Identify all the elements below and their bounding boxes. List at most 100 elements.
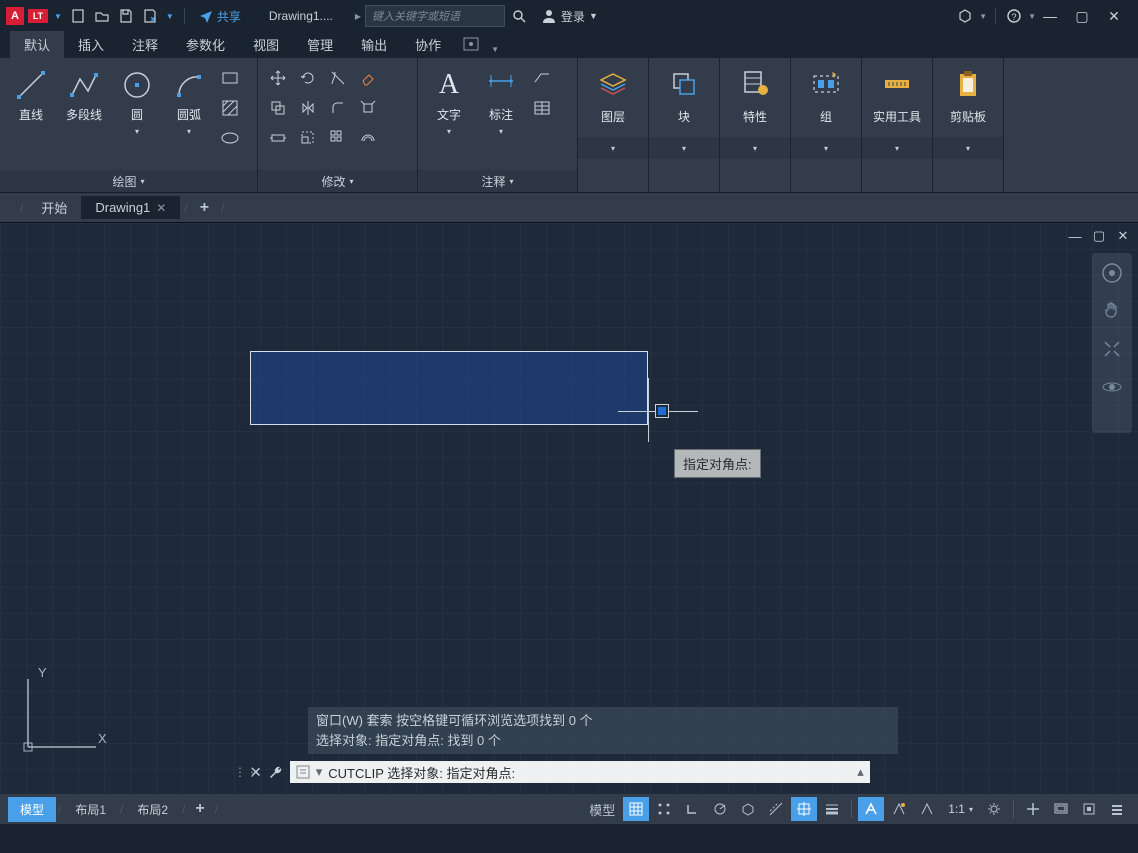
cmd-drag-handle[interactable]: ⋮⋮ (234, 762, 244, 782)
sbtab-model[interactable]: 模型 (8, 797, 56, 822)
sb-isodraft-icon[interactable] (735, 797, 761, 821)
sb-osnap-icon[interactable] (791, 797, 817, 821)
sbtab-layout1[interactable]: 布局1 (63, 797, 118, 822)
panel-block[interactable]: 块 ▾ (649, 58, 720, 192)
command-input[interactable]: ▾ CUTCLIP 选择对象: 指定对角点: ▴ (290, 761, 870, 783)
drawing-canvas[interactable]: — ▢ ✕ 指定对角点: Y X 窗口(W) 套索 按空格键可循环浏览选项找到 … (0, 222, 1138, 794)
leader-icon[interactable] (530, 66, 554, 90)
app-menu-dropdown[interactable]: ▼ (52, 12, 64, 21)
fillet-icon[interactable] (326, 96, 350, 120)
saveas-icon[interactable] (140, 6, 160, 26)
sbtab-layout2[interactable]: 布局2 (125, 797, 180, 822)
trim-icon[interactable] (326, 66, 350, 90)
help-icon[interactable]: ? (1004, 6, 1024, 26)
qat-dropdown[interactable]: ▼ (164, 12, 176, 21)
sb-annoauto-icon[interactable] (914, 797, 940, 821)
autodesk-app-icon[interactable] (955, 6, 975, 26)
tab-collab[interactable]: 协作 (401, 31, 455, 58)
login-button[interactable]: 登录 ▼ (533, 8, 606, 25)
tab-annotate[interactable]: 注释 (118, 31, 172, 58)
close-button[interactable]: ✕ (1104, 6, 1124, 26)
filetab-drawing1[interactable]: Drawing1✕ (81, 196, 180, 219)
new-icon[interactable] (68, 6, 88, 26)
tab-parametric[interactable]: 参数化 (172, 31, 239, 58)
sb-annovis-icon[interactable] (886, 797, 912, 821)
tab-manage[interactable]: 管理 (293, 31, 347, 58)
cmd-settings-icon[interactable] (268, 763, 284, 782)
sb-grid-icon[interactable] (623, 797, 649, 821)
maximize-button[interactable]: ▢ (1072, 6, 1092, 26)
offset-icon[interactable] (356, 126, 380, 150)
arc-button[interactable]: 圆弧▾ (166, 64, 212, 140)
ellipse-icon[interactable] (218, 126, 242, 150)
rectangle-icon[interactable] (218, 66, 242, 90)
panel-draw-title[interactable]: 绘图 ▾ (0, 170, 257, 192)
table-icon[interactable] (530, 96, 554, 120)
sb-model-button[interactable]: 模型 (583, 797, 621, 821)
viewport-maximize[interactable]: ▢ (1090, 227, 1108, 245)
erase-icon[interactable] (356, 66, 380, 90)
ucs-icon[interactable]: Y X (16, 669, 106, 762)
dimension-button[interactable]: 标注▾ (478, 64, 524, 140)
cursor-tooltip: 指定对角点: (674, 449, 761, 478)
cmd-dropdown-icon[interactable]: ▾ (316, 764, 323, 780)
move-icon[interactable] (266, 66, 290, 90)
tab-insert[interactable]: 插入 (64, 31, 118, 58)
hatch-icon[interactable] (218, 96, 242, 120)
minimize-button[interactable]: — (1040, 6, 1060, 26)
text-button[interactable]: A文字▾ (426, 64, 472, 140)
steering-wheel-icon[interactable] (1100, 261, 1124, 285)
sb-workspace-icon[interactable] (1020, 797, 1046, 821)
open-icon[interactable] (92, 6, 112, 26)
cmd-close-icon[interactable]: ✕ (250, 764, 262, 781)
sb-polar-icon[interactable] (707, 797, 733, 821)
explode-icon[interactable] (356, 96, 380, 120)
orbit-icon[interactable] (1100, 375, 1124, 399)
zoom-extents-icon[interactable] (1100, 337, 1124, 361)
sb-customize-icon[interactable] (1104, 797, 1130, 821)
navigation-bar[interactable] (1092, 253, 1132, 433)
sb-annoscale-icon[interactable] (858, 797, 884, 821)
sb-ortho-icon[interactable] (679, 797, 705, 821)
tab-view[interactable]: 视图 (239, 31, 293, 58)
sb-gear-icon[interactable] (981, 797, 1007, 821)
stretch-icon[interactable] (266, 126, 290, 150)
panel-annotation-title[interactable]: 注释 ▾ (418, 170, 577, 192)
circle-button[interactable]: 圆▾ (114, 64, 160, 140)
panel-layers[interactable]: 图层 ▾ (578, 58, 649, 192)
add-tab-button[interactable]: + (192, 195, 217, 221)
sb-lineweight-icon[interactable] (819, 797, 845, 821)
save-icon[interactable] (116, 6, 136, 26)
close-tab-icon[interactable]: ✕ (156, 201, 166, 215)
cmd-expand-icon[interactable]: ▴ (857, 764, 864, 780)
mirror-icon[interactable] (296, 96, 320, 120)
scale-icon[interactable] (296, 126, 320, 150)
add-layout-button[interactable]: + (187, 796, 212, 822)
polyline-button[interactable]: 多段线 (60, 64, 108, 127)
sb-scale[interactable]: 1:1▾ (942, 802, 979, 816)
array-icon[interactable] (326, 126, 350, 150)
panel-group[interactable]: 组 ▾ (791, 58, 862, 192)
panel-clipboard[interactable]: 剪贴板 ▾ (933, 58, 1004, 192)
sb-otrack-icon[interactable] (763, 797, 789, 821)
tab-default[interactable]: 默认 (10, 31, 64, 58)
rotate-icon[interactable] (296, 66, 320, 90)
sb-isolate-icon[interactable] (1076, 797, 1102, 821)
panel-properties[interactable]: 特性 ▾ (720, 58, 791, 192)
panel-utilities[interactable]: 实用工具 ▾ (862, 58, 933, 192)
tab-output[interactable]: 输出 (347, 31, 401, 58)
panel-modify-title[interactable]: 修改 ▾ (258, 170, 417, 192)
line-button[interactable]: 直线 (8, 64, 54, 127)
copy-icon[interactable] (266, 96, 290, 120)
viewport-close[interactable]: ✕ (1114, 227, 1132, 245)
sb-snap-icon[interactable] (651, 797, 677, 821)
share-button[interactable]: 共享 (193, 8, 247, 25)
tab-featured[interactable] (455, 33, 487, 58)
user-icon (541, 8, 557, 24)
search-input[interactable]: 键入关键字或短语 (365, 5, 505, 27)
filetab-start[interactable]: 开始 (27, 194, 81, 221)
viewport-minimize[interactable]: — (1066, 227, 1084, 245)
sb-cleanscreen-icon[interactable] (1048, 797, 1074, 821)
search-icon[interactable] (509, 6, 529, 26)
pan-icon[interactable] (1100, 299, 1124, 323)
